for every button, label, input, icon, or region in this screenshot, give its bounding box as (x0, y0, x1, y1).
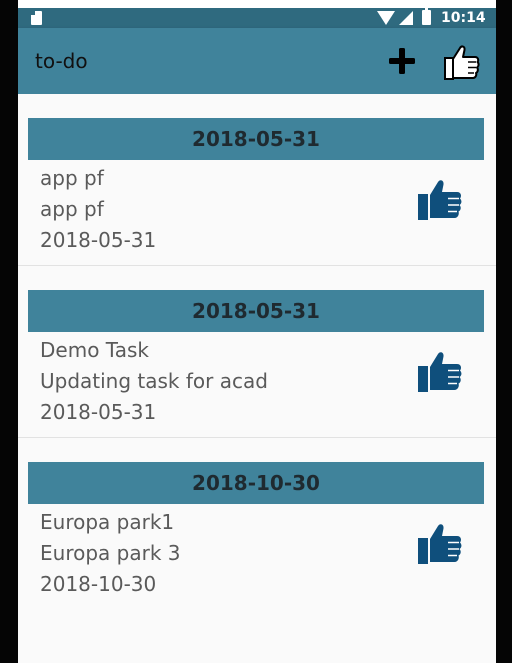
task-date: 2018-05-31 (40, 400, 157, 424)
thumbs-up-outline-icon (444, 45, 480, 80)
plus-icon (389, 48, 415, 74)
task-header-date: 2018-05-31 (28, 290, 484, 332)
task-title: Demo Task (40, 338, 149, 362)
device-bezel-left (0, 0, 18, 663)
like-all-button[interactable] (442, 42, 482, 82)
app-screen: 10:14 to-do 2018-05-31 app pf app pf 201… (18, 8, 496, 663)
task-title: app pf (40, 166, 104, 190)
task-like-button[interactable] (415, 174, 465, 224)
thumbs-up-icon (418, 180, 462, 220)
device-frame: 10:14 to-do 2018-05-31 app pf app pf 201… (0, 0, 512, 663)
device-bezel-right (496, 0, 512, 663)
task-description: app pf (40, 197, 104, 221)
add-task-button[interactable] (386, 45, 418, 77)
thumbs-up-icon (418, 352, 462, 392)
task-card[interactable]: 2018-10-30 Europa park1 Europa park 3 20… (18, 438, 496, 596)
app-bar: to-do (18, 28, 496, 94)
sim-card-icon (31, 11, 42, 25)
app-title: to-do (35, 49, 88, 73)
task-like-button[interactable] (415, 346, 465, 396)
task-description: Europa park 3 (40, 541, 181, 565)
status-bar: 10:14 (18, 8, 496, 28)
task-header-date: 2018-05-31 (28, 118, 484, 160)
thumbs-up-icon (418, 524, 462, 564)
task-card[interactable]: 2018-05-31 Demo Task Updating task for a… (18, 266, 496, 438)
task-title: Europa park1 (40, 510, 175, 534)
wifi-icon (377, 11, 395, 25)
task-like-button[interactable] (415, 518, 465, 568)
task-header-date: 2018-10-30 (28, 462, 484, 504)
task-date: 2018-10-30 (40, 572, 157, 596)
task-date: 2018-05-31 (40, 228, 157, 252)
cell-signal-icon (399, 11, 413, 25)
battery-icon (422, 8, 431, 25)
status-time: 10:14 (441, 10, 486, 26)
task-card[interactable]: 2018-05-31 app pf app pf 2018-05-31 (18, 94, 496, 266)
task-description: Updating task for acad (40, 369, 268, 393)
